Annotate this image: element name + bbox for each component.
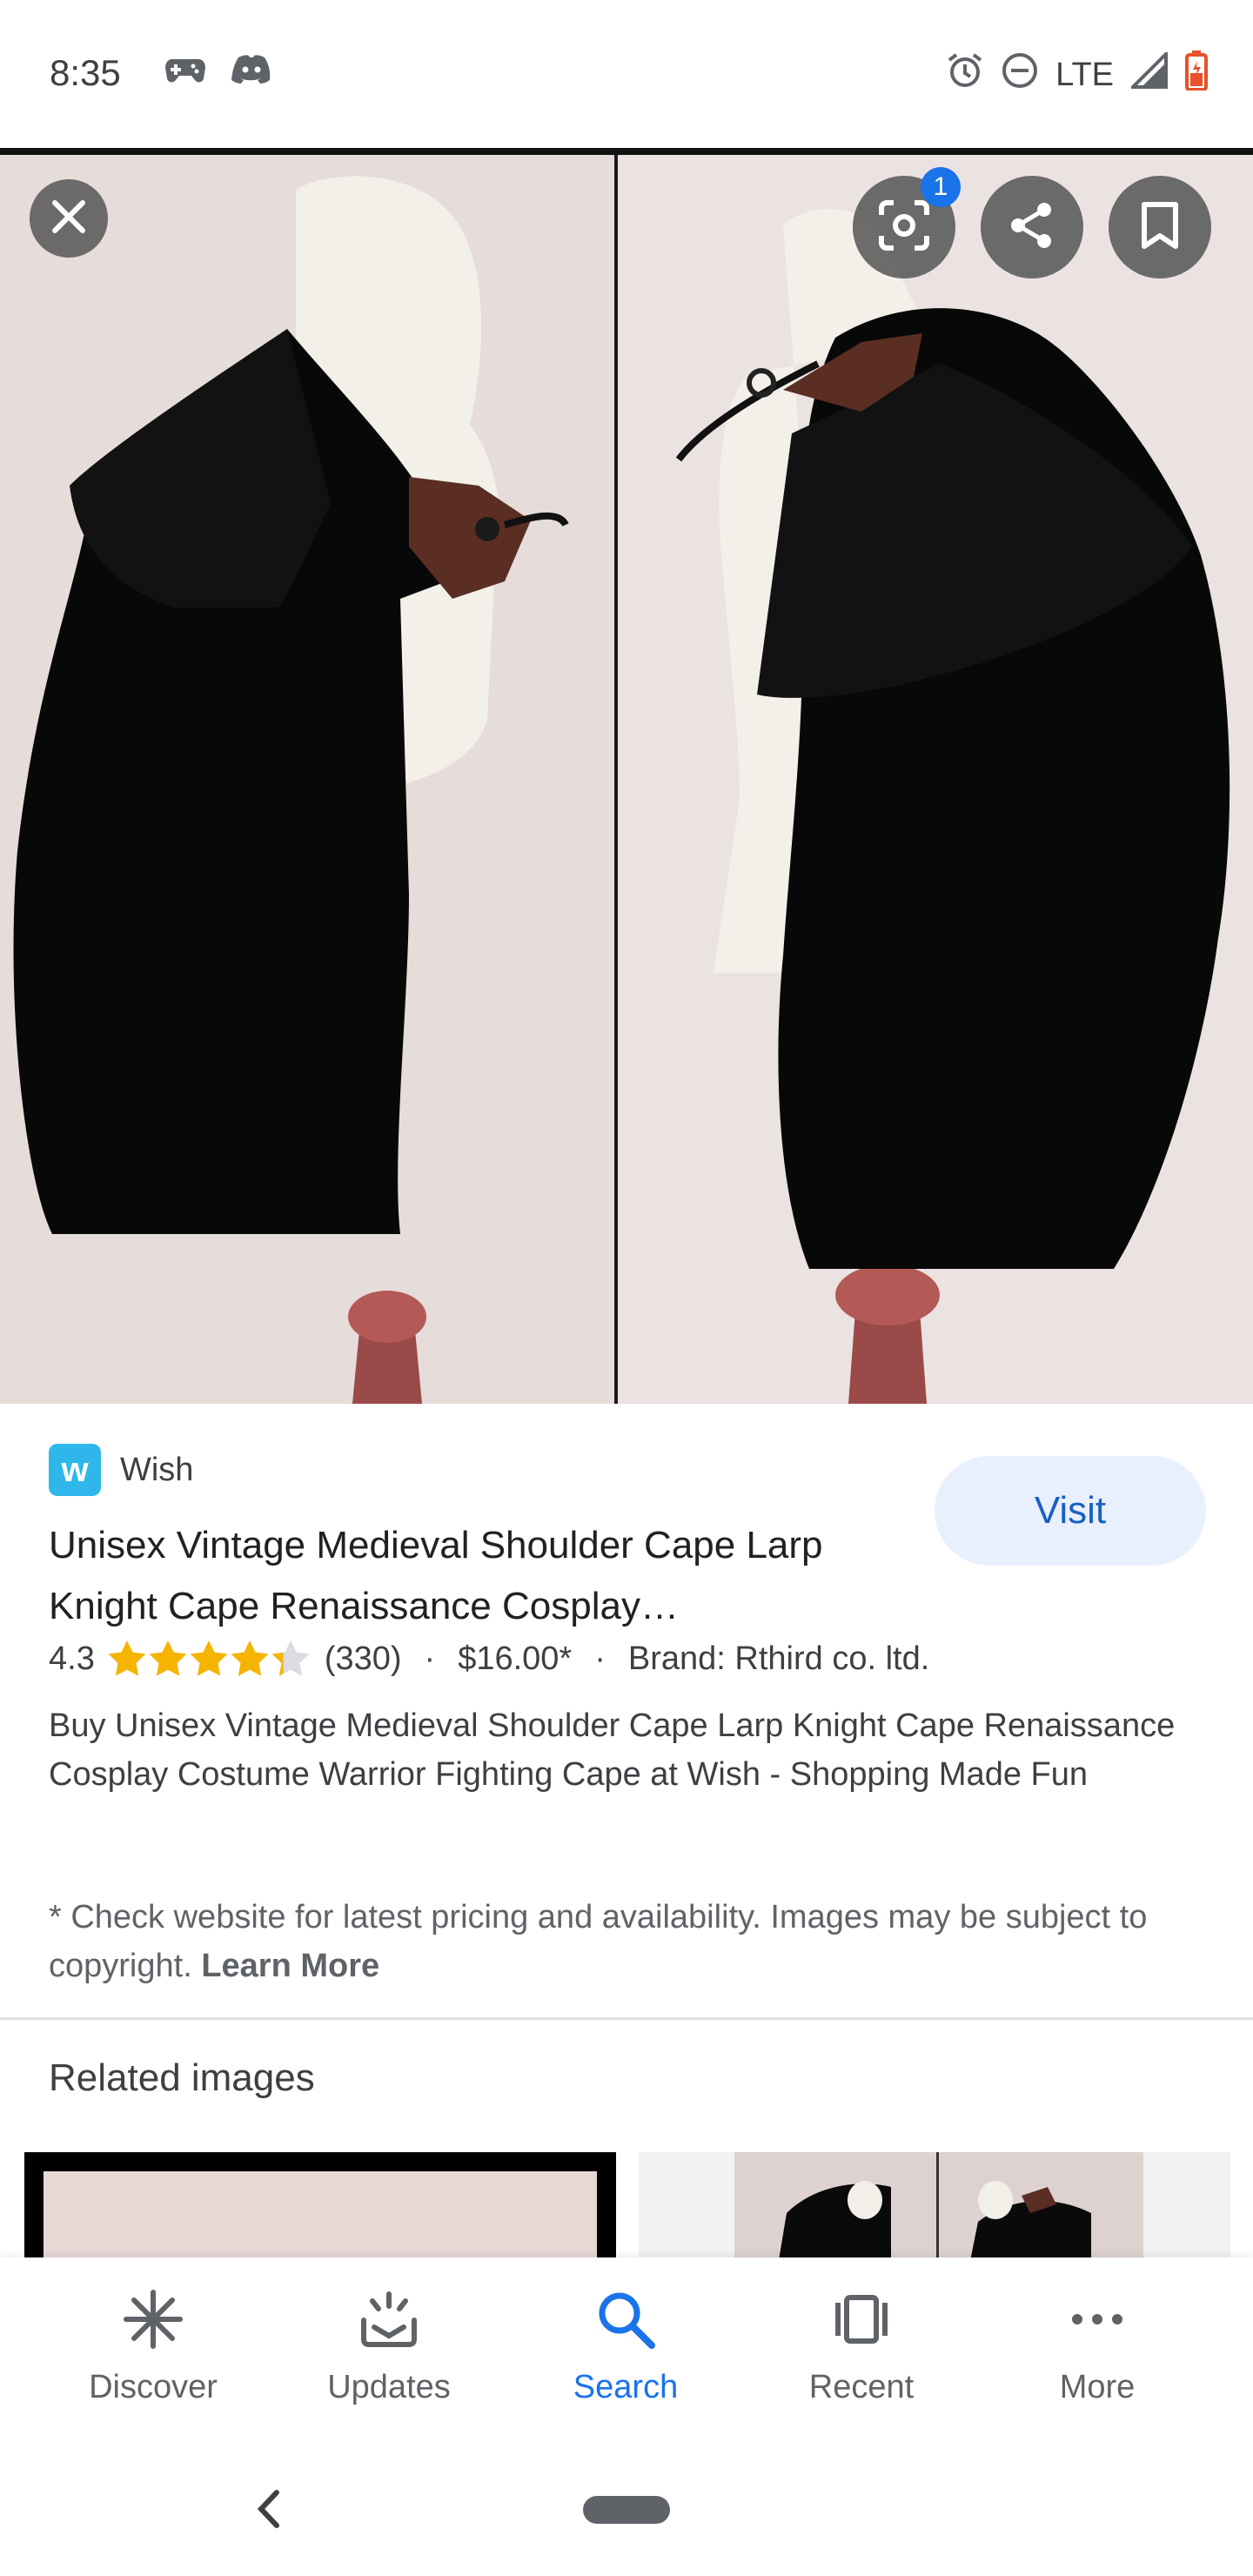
- separator: ·: [424, 1640, 436, 1677]
- bookmark-icon: [1141, 201, 1179, 254]
- nav-label: Discover: [89, 2369, 218, 2405]
- updates-icon: [358, 2289, 419, 2358]
- product-image[interactable]: 1: [0, 155, 1253, 1404]
- battery-icon: [1185, 50, 1208, 99]
- wish-logo-icon: w: [49, 1444, 101, 1496]
- rating-stars: [107, 1639, 312, 1679]
- cape-photo: [0, 155, 1253, 1404]
- cape-thumbnail: [734, 2152, 1143, 2265]
- network-label: LTE: [1055, 56, 1114, 93]
- result-description: Buy Unisex Vintage Medieval Shoulder Cap…: [49, 1707, 1176, 1793]
- lens-badge: 1: [921, 167, 961, 207]
- nav-search[interactable]: Search: [539, 2289, 713, 2406]
- more-icon: [1067, 2289, 1128, 2358]
- related-images-heading: Related images: [49, 2056, 315, 2099]
- review-count: (330): [324, 1640, 402, 1677]
- lens-button[interactable]: 1: [853, 167, 961, 278]
- save-button[interactable]: [1109, 176, 1211, 278]
- related-image[interactable]: [24, 2152, 616, 2265]
- star-rating-icon: [108, 1640, 310, 1676]
- nav-updates[interactable]: Updates: [302, 2289, 476, 2406]
- status-time: 8:35: [50, 52, 121, 93]
- nav-label: Recent: [808, 2369, 915, 2405]
- share-icon: [1008, 201, 1056, 254]
- share-button[interactable]: [981, 176, 1083, 278]
- home-handle[interactable]: [583, 2496, 670, 2524]
- rating-value: 4.3: [49, 1640, 95, 1677]
- status-bar: 8:35 LTE: [0, 0, 1253, 150]
- nav-recent[interactable]: Recent: [774, 2289, 948, 2406]
- bottom-navigation: Discover Updates Search Recent More: [0, 2257, 1253, 2428]
- nav-label: More: [1059, 2369, 1136, 2405]
- back-icon[interactable]: [252, 2487, 287, 2535]
- separator: ·: [594, 1640, 606, 1677]
- learn-more-link[interactable]: Learn More: [201, 1948, 379, 1984]
- nav-label: Search: [573, 2369, 679, 2405]
- result-meta: 4.3 (330) · $16.00* · Brand: Rthird co. …: [49, 1639, 929, 1679]
- signal-icon: [1129, 50, 1168, 97]
- visit-button[interactable]: Visit: [935, 1456, 1206, 1566]
- nav-more[interactable]: More: [1010, 2289, 1184, 2406]
- lens-icon: [878, 199, 930, 256]
- game-controller-icon: [165, 54, 205, 90]
- divider: [0, 2017, 1253, 2020]
- recent-icon: [831, 2289, 892, 2358]
- related-image[interactable]: [639, 2152, 1230, 2265]
- price: $16.00*: [458, 1640, 573, 1677]
- alarm-icon: [946, 51, 984, 98]
- brand: Brand: Rthird co. ltd.: [627, 1640, 930, 1677]
- disclaimer: * Check website for latest pricing and a…: [49, 1893, 1197, 1990]
- discord-icon: [231, 54, 271, 90]
- system-navigation: [0, 2428, 1253, 2576]
- nav-label: Updates: [327, 2369, 451, 2405]
- search-icon: [595, 2289, 656, 2358]
- close-icon: [50, 198, 88, 240]
- source-name: Wish: [120, 1451, 194, 1488]
- source[interactable]: w Wish: [49, 1444, 193, 1496]
- close-button[interactable]: [30, 179, 108, 258]
- nav-discover[interactable]: Discover: [66, 2289, 240, 2406]
- discover-icon: [123, 2289, 184, 2358]
- do-not-disturb-icon: [1002, 52, 1038, 97]
- result-title[interactable]: Unisex Vintage Medieval Shoulder Cape La…: [49, 1515, 884, 1637]
